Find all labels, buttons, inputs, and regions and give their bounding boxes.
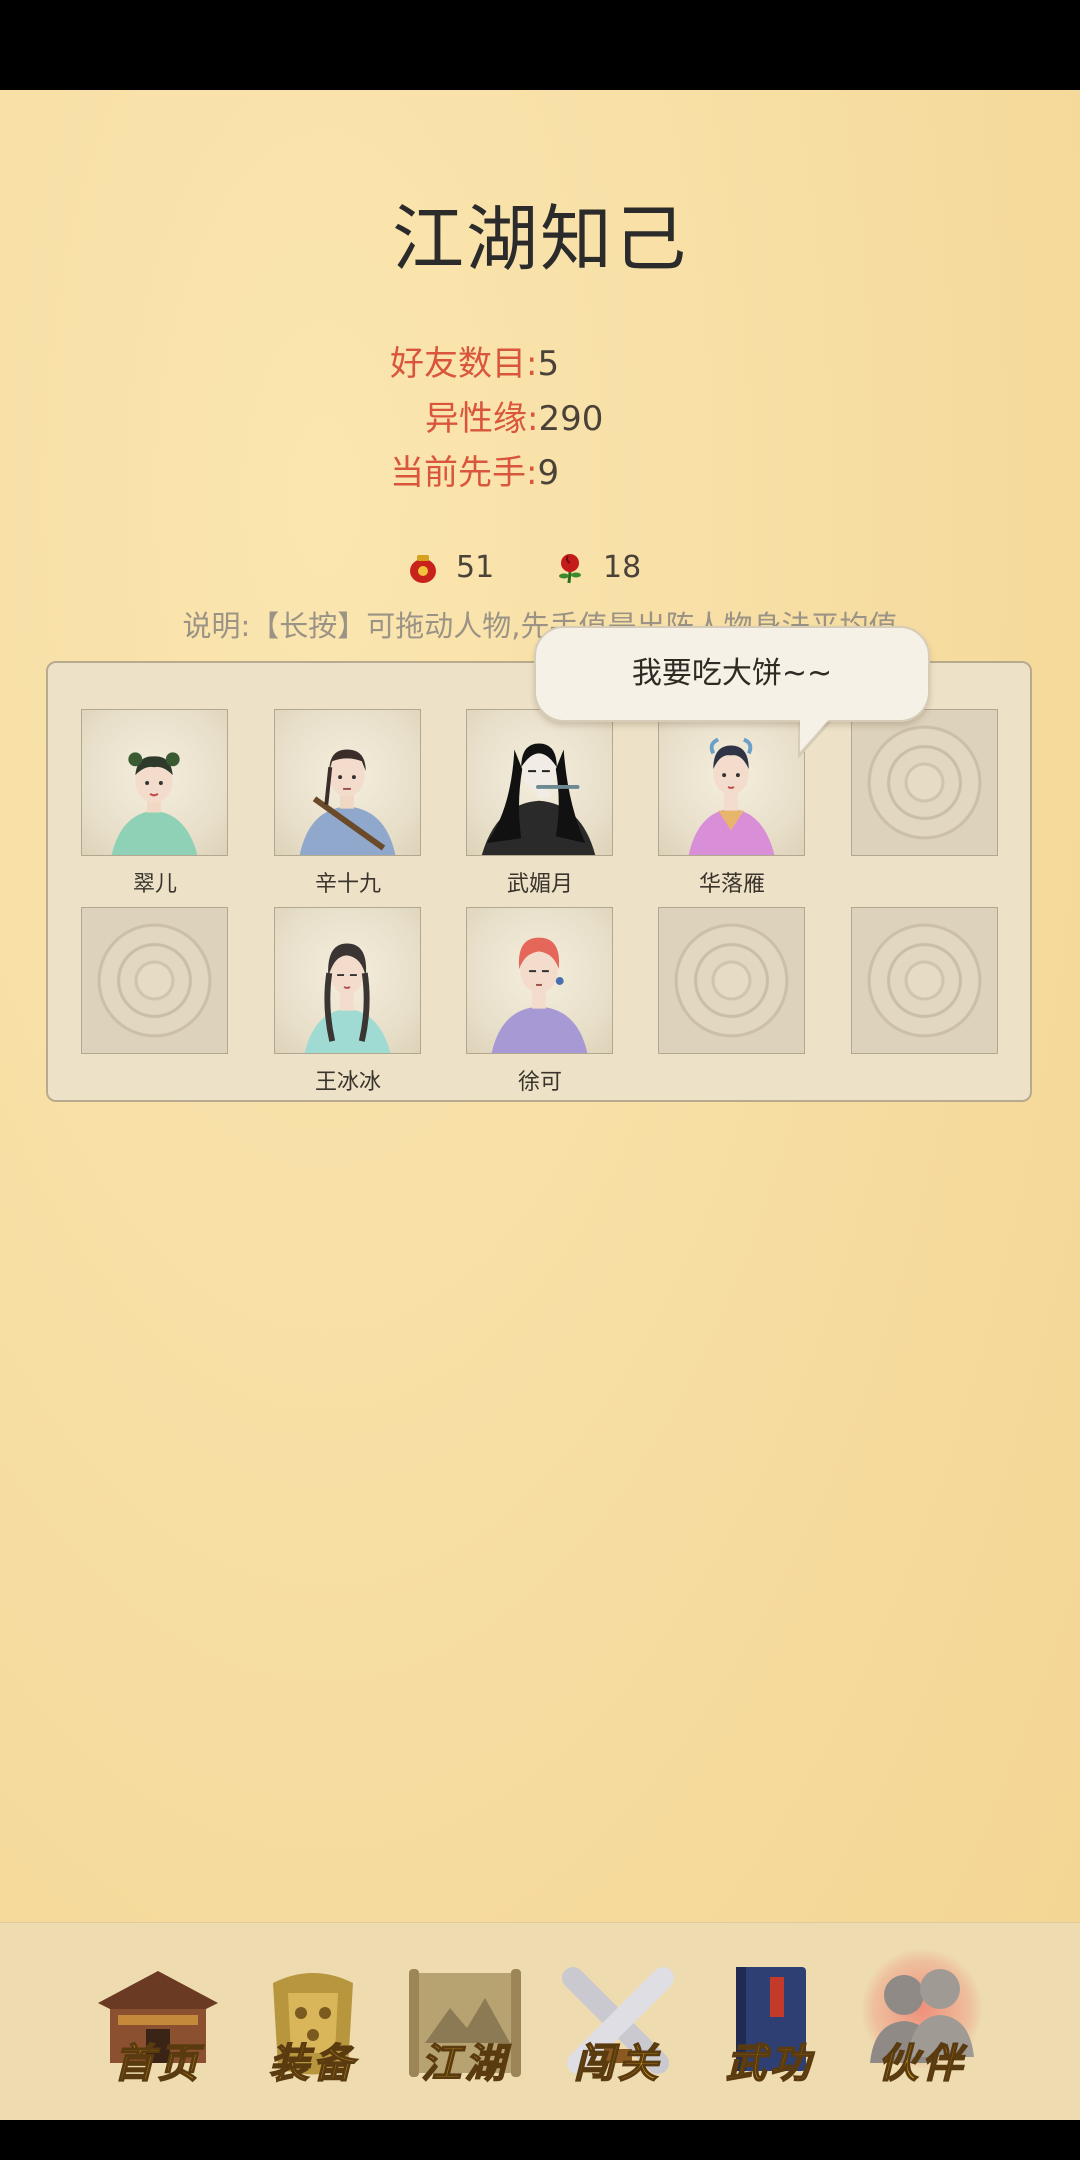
nav-partners[interactable]: 伙伴 <box>852 1947 992 2093</box>
nav-home[interactable]: 首页 <box>88 1953 228 2093</box>
nav-label: 闯关 <box>573 2039 662 2088</box>
speech-bubble-tail <box>800 716 832 752</box>
speech-bubble-text: 我要吃大饼~~ <box>631 656 833 691</box>
stat-value: 9 <box>537 453 560 493</box>
companion-slot[interactable] <box>274 907 421 1054</box>
system-nav-bar <box>0 2120 1080 2160</box>
resource-rose: 18 <box>555 550 641 585</box>
wu-meiyue-portrait <box>481 743 596 855</box>
companion-name: 翠儿 <box>132 872 177 897</box>
companion-slot[interactable] <box>466 907 613 1054</box>
nav-challenge[interactable]: 闯关 <box>548 1953 688 2093</box>
stat-affinity: 异性缘:290 <box>425 391 603 440</box>
cuier-portrait <box>111 752 198 855</box>
bottom-nav: 首页 装备 江湖 闯关 武功 伙伴 <box>0 1922 1080 2121</box>
companion-name: 徐可 <box>517 1070 562 1095</box>
xin-shijiu-portrait <box>299 749 396 855</box>
nav-martial-arts[interactable]: 武功 <box>700 1953 840 2093</box>
xu-ke-portrait <box>491 937 588 1053</box>
companion-name: 武媚月 <box>506 872 573 897</box>
stat-label: 当前先手: <box>390 453 538 493</box>
status-bar <box>0 0 1080 90</box>
stat-label: 异性缘: <box>425 399 539 439</box>
resource-value: 18 <box>603 550 642 585</box>
nav-equipment[interactable]: 装备 <box>243 1953 383 2093</box>
nav-label: 装备 <box>268 2039 357 2088</box>
companion-name: 华落雁 <box>698 872 765 897</box>
page-title: 江湖知己 <box>391 197 688 281</box>
empty-slot[interactable] <box>851 709 998 856</box>
stat-value: 290 <box>538 399 604 439</box>
stat-friend-count: 好友数目:5 <box>390 336 559 385</box>
stat-initiative: 当前先手:9 <box>390 445 559 494</box>
nav-label: 伙伴 <box>877 2039 966 2088</box>
resource-value: 51 <box>456 550 495 585</box>
empty-slot[interactable] <box>81 907 228 1054</box>
nav-jianghu[interactable]: 江湖 <box>395 1953 535 2093</box>
companion-slot[interactable] <box>658 709 805 856</box>
speech-bubble: 我要吃大饼~~ <box>534 626 930 722</box>
nav-label: 首页 <box>113 2039 202 2088</box>
rose-icon <box>555 552 585 584</box>
companion-name: 辛十九 <box>314 872 381 897</box>
hua-luoyan-portrait <box>688 737 775 855</box>
companion-slot[interactable] <box>81 709 228 856</box>
red-pouch-icon <box>408 552 438 584</box>
nav-label: 武功 <box>725 2039 814 2088</box>
companion-name: 王冰冰 <box>314 1070 381 1095</box>
empty-slot[interactable] <box>851 907 998 1054</box>
companion-slot[interactable] <box>274 709 421 856</box>
stat-value: 5 <box>537 344 560 384</box>
empty-slot[interactable] <box>658 907 805 1054</box>
stat-label: 好友数目: <box>390 344 538 384</box>
companion-slot[interactable] <box>466 709 613 856</box>
resource-pouch: 51 <box>408 550 494 585</box>
nav-label: 江湖 <box>420 2039 509 2088</box>
wang-bingbing-portrait <box>304 943 391 1053</box>
